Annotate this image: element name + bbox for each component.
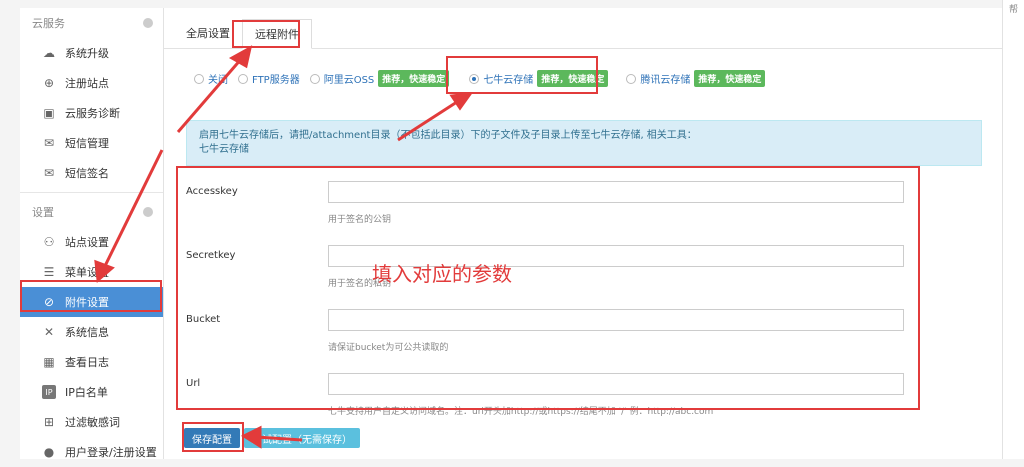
sidebar-item-system-info[interactable]: ✕ 系统信息 xyxy=(20,317,163,347)
cloud-upload-icon: ☁ xyxy=(43,46,55,60)
annotation-box-sidebar xyxy=(20,280,162,312)
annotation-box-form xyxy=(176,166,920,410)
test-config-button[interactable]: 测试配置（无需保存） xyxy=(244,428,360,448)
medkit-icon: ▣ xyxy=(43,106,55,120)
right-edge-help[interactable]: 帮 xyxy=(1002,0,1024,459)
info-alert: 启用七牛云存储后，请把/attachment目录（不包括此目录）下的子文件及子目… xyxy=(186,120,982,166)
sidebar-item-sms-sign[interactable]: ✉ 短信签名 xyxy=(20,158,163,188)
sidebar-item-diagnosis[interactable]: ▣ 云服务诊断 xyxy=(20,98,163,128)
group-title: 设置 xyxy=(32,206,54,219)
sidebar-group-cloud: 云服务 xyxy=(20,8,163,38)
group-title: 云服务 xyxy=(32,17,65,30)
sidebar-item-label: 云服务诊断 xyxy=(65,107,120,120)
recommend-badge: 推荐，快速稳定 xyxy=(378,70,450,87)
sidebar-item-label: 短信管理 xyxy=(65,137,109,150)
list-icon: ☰ xyxy=(43,265,55,279)
radio-label: FTP服务器 xyxy=(252,75,300,86)
divider xyxy=(20,192,163,193)
sidebar-item-system-upgrade[interactable]: ☁ 系统升级 xyxy=(20,38,163,68)
sidebar-item-label: 系统信息 xyxy=(65,326,109,339)
sidebar-item-register-site[interactable]: ⊕ 注册站点 xyxy=(20,68,163,98)
sidebar: 云服务 ☁ 系统升级 ⊕ 注册站点 ▣ 云服务诊断 ✉ 短信管理 ✉ 短信签名 设置 ⚇ 站… xyxy=(20,8,164,459)
sidebar-item-label: IP白名单 xyxy=(65,386,108,399)
radio-label: 关闭 xyxy=(208,75,228,86)
annotation-box-qiniu xyxy=(446,56,598,94)
radio-circle-icon xyxy=(238,73,248,84)
sidebar-item-ip-whitelist[interactable]: IP IP白名单 xyxy=(20,377,163,407)
sidebar-item-label: 站点设置 xyxy=(65,236,109,249)
sidebar-item-label: 系统升级 xyxy=(65,47,109,60)
sidebar-item-filter-words[interactable]: ⊞ 过滤敏感词 xyxy=(20,407,163,437)
radio-circle-icon xyxy=(194,73,204,84)
sidebar-item-label: 用户登录/注册设置 xyxy=(65,446,157,459)
user-icon: ● xyxy=(43,445,55,459)
info-line: 启用七牛云存储后，请把/attachment目录（不包括此目录）下的子文件及子目… xyxy=(199,130,697,141)
recommend-badge: 推荐，快速稳定 xyxy=(694,70,766,87)
radio-close[interactable]: 关闭 xyxy=(194,71,228,86)
radio-label: 阿里云OSS xyxy=(323,75,375,86)
annotation-box-save xyxy=(182,422,244,452)
help-label: 帮 xyxy=(1008,5,1018,15)
radio-tencent[interactable]: 腾讯云存储 推荐，快速稳定 xyxy=(626,70,766,87)
collapse-dot-icon[interactable] xyxy=(143,18,153,28)
sidebar-item-label: 查看日志 xyxy=(65,356,109,369)
info-tool-link[interactable]: 七牛云存储 xyxy=(199,143,969,157)
radio-aliyun-oss[interactable]: 阿里云OSS 推荐，快速稳定 xyxy=(309,70,450,87)
annotation-box-tab xyxy=(232,20,300,48)
plus-circle-icon: ⊕ xyxy=(43,76,55,90)
envelope-icon: ✉ xyxy=(43,136,55,150)
sidebar-item-user-login[interactable]: ● 用户登录/注册设置 xyxy=(20,437,163,467)
sidebar-item-label: 过滤敏感词 xyxy=(65,416,120,429)
radio-label: 腾讯云存储 xyxy=(640,75,691,86)
sidebar-group-settings: 设置 xyxy=(20,197,163,227)
sidebar-item-label: 注册站点 xyxy=(65,77,109,90)
sidebar-item-label: 菜单设置 xyxy=(65,266,109,279)
sidebar-item-view-logs[interactable]: ▦ 查看日志 xyxy=(20,347,163,377)
envelope-icon: ✉ xyxy=(43,166,55,180)
filter-icon: ⊞ xyxy=(43,415,55,429)
annotation-text: 填入对应的参数 xyxy=(372,262,512,286)
sitemap-icon: ⚇ xyxy=(43,235,55,249)
radio-circle-icon xyxy=(309,73,320,84)
radio-ftp[interactable]: FTP服务器 xyxy=(238,71,300,86)
ip-icon: IP xyxy=(42,385,56,399)
sidebar-item-site-settings[interactable]: ⚇ 站点设置 xyxy=(20,227,163,257)
tools-icon: ✕ xyxy=(43,325,55,339)
sidebar-item-sms-manage[interactable]: ✉ 短信管理 xyxy=(20,128,163,158)
radio-circle-icon xyxy=(626,73,637,84)
calendar-icon: ▦ xyxy=(43,355,55,369)
sidebar-item-label: 短信签名 xyxy=(65,167,109,180)
collapse-dot-icon[interactable] xyxy=(143,207,153,217)
